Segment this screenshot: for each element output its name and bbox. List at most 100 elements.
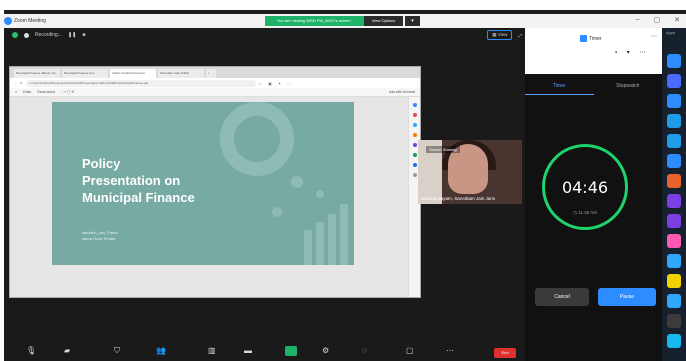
url-field[interactable]: C:/Users/Admin/Documents/Policy%20Presen… — [25, 79, 256, 87]
screen-share-notice: You are viewing WRD PM_WOC's screen View… — [265, 16, 420, 26]
share-screen-button[interactable] — [285, 346, 297, 356]
notice-text: You are viewing WRD PM_WOC's screen — [265, 16, 363, 26]
slide-subtitle: samrthh_jain_Patna sarna Holla Tender — [82, 230, 118, 242]
contents-icon[interactable]: ≡ — [15, 90, 17, 94]
window-controls: – ▢ ✕ — [636, 16, 680, 24]
microphone-icon[interactable]: 🎙 — [26, 346, 36, 355]
sidebar-app-icon[interactable] — [412, 123, 417, 127]
close-button[interactable]: ✕ — [674, 16, 680, 24]
sidebar-app-icon[interactable] — [412, 163, 417, 167]
slide-subtitle-line: sarna Holla Tender — [82, 236, 116, 241]
star-icon[interactable]: ☆ — [259, 81, 263, 86]
apps-label: Apps — [666, 30, 676, 35]
timer-header-controls[interactable]: ▪ ▾ ⋯ — [615, 49, 649, 56]
security-icon[interactable]: ⛉ — [114, 346, 120, 356]
sidebar-app-icon[interactable] — [412, 113, 417, 117]
app-tile[interactable] — [667, 234, 681, 248]
app-tile[interactable] — [667, 174, 681, 188]
reactions-icon[interactable]: ◌ — [362, 346, 367, 355]
fullscreen-icon[interactable]: ⤢ — [518, 33, 522, 38]
slide-bar-shape — [340, 204, 348, 265]
end-meeting-button[interactable]: End — [494, 348, 516, 358]
app-tile[interactable] — [667, 314, 681, 328]
app-tile[interactable] — [667, 94, 681, 108]
app-tile[interactable] — [667, 134, 681, 148]
shared-screen: Municipal Finance eBook | Se Municipal F… — [9, 66, 421, 298]
recording-status: Recording... — [35, 32, 62, 38]
browser-tab[interactable]: Sarvottam Jain Public — [158, 69, 204, 78]
maximize-button[interactable]: ▢ — [654, 16, 661, 24]
slide-dot-shape — [272, 207, 282, 217]
stop-recording-icon[interactable]: ■ — [82, 32, 85, 38]
slide-title-line: Municipal Finance — [82, 190, 195, 205]
polls-icon[interactable]: ▥ — [208, 346, 216, 355]
sidebar-app-icon[interactable] — [412, 133, 417, 137]
slide-bar-shape — [304, 230, 312, 265]
pause-button[interactable]: Pause — [598, 288, 656, 306]
extension-icons: ☆ ▣ ✦ … — [259, 81, 292, 86]
app-tile[interactable] — [667, 154, 681, 168]
new-tab-button[interactable]: + — [206, 69, 216, 78]
video-camera-icon[interactable]: ▰ — [64, 346, 70, 355]
slide-title: Policy Presentation on Municipal Finance — [82, 155, 195, 206]
apps-icon[interactable]: ▢ — [406, 346, 414, 355]
browser-tabs: Municipal Finance eBook | Se Municipal F… — [10, 67, 420, 78]
timer-panel: Timer ⋯ ▪ ▾ ⋯ Timer Stopwatch 04:46 ◷ 11… — [525, 28, 662, 361]
zoom-window: Zoom Meeting – ▢ ✕ You are viewing WRD P… — [0, 0, 686, 361]
participant-badge: Screen Sharing — [426, 146, 460, 153]
participant-name: Sandya Nayam, Sarvottam Jain Jaris — [421, 196, 496, 201]
sidebar-search-icon[interactable] — [412, 103, 417, 107]
app-tile[interactable] — [667, 274, 681, 288]
timer-app-name: Timer — [589, 36, 602, 42]
view-options-button[interactable]: View Options — [362, 16, 404, 26]
cancel-button[interactable]: Cancel — [535, 288, 589, 306]
tab-stopwatch[interactable]: Stopwatch — [594, 83, 663, 95]
app-tile[interactable] — [667, 54, 681, 68]
slide-title-line: Policy — [82, 156, 121, 171]
more-icon[interactable]: ⋯ — [446, 346, 454, 355]
notice-dropdown-icon[interactable]: ▾ — [405, 16, 420, 26]
tab-timer[interactable]: Timer — [525, 83, 594, 95]
timer-tabs: Timer Stopwatch — [525, 83, 662, 95]
minimize-button[interactable]: – — [636, 16, 640, 24]
browser-tab-active[interactable]: Adobe Acrobat Documen — [110, 69, 156, 78]
draw-button[interactable]: Draw — [23, 90, 31, 94]
panel-more-icon[interactable]: ⋯ — [651, 33, 657, 40]
sidebar-add-icon[interactable] — [412, 173, 417, 177]
browser-tab[interactable]: Municipal Finance Con — [62, 69, 108, 78]
security-shield-icon[interactable] — [12, 32, 18, 38]
extensions-icon[interactable]: ✦ — [278, 81, 281, 86]
ask-acrobat-button[interactable]: Ask with Acrobat — [389, 90, 415, 94]
slide-dot-shape — [291, 176, 303, 188]
address-bar-row: ← ↻ C:/Users/Admin/Documents/Policy%20Pr… — [10, 78, 420, 88]
window-title: Zoom Meeting — [14, 18, 46, 24]
sidebar-app-icon[interactable] — [412, 153, 417, 157]
app-tile[interactable] — [667, 334, 681, 348]
sidebar-app-icon[interactable] — [412, 143, 417, 147]
app-tile[interactable] — [667, 194, 681, 208]
menu-icon[interactable]: … — [287, 81, 291, 86]
app-tile[interactable] — [667, 114, 681, 128]
meeting-top-bar: Recording... ❚❚ ■ — [12, 32, 85, 38]
view-button[interactable]: ▦ View — [487, 30, 513, 40]
app-tile[interactable] — [667, 214, 681, 228]
timer-end-clock: ◷ 11:38 AM — [573, 210, 597, 215]
slide-bar-shape — [316, 222, 324, 265]
app-tile[interactable] — [667, 254, 681, 268]
participants-icon[interactable]: 👥 — [156, 346, 166, 355]
refresh-icon[interactable]: ↻ — [20, 81, 23, 85]
browser-tab[interactable]: Municipal Finance eBook | Se — [14, 69, 60, 78]
back-icon[interactable]: ← — [14, 81, 17, 85]
collections-icon[interactable]: ▣ — [268, 81, 272, 86]
app-tile[interactable] — [667, 294, 681, 308]
participant-video[interactable]: Screen Sharing Sandya Nayam, Sarvottam J… — [418, 140, 522, 204]
pause-recording-icon[interactable]: ❚❚ — [68, 32, 76, 38]
chat-icon[interactable]: ▬ — [244, 346, 252, 355]
page-controls[interactable]: − + ▢ ⟲ — [61, 90, 74, 94]
timer-header: Timer ⋯ ▪ ▾ ⋯ — [525, 28, 662, 74]
read-aloud-button[interactable]: Read aloud — [37, 90, 55, 94]
recording-icon — [24, 32, 29, 38]
timer-countdown: 04:46 — [561, 178, 609, 197]
record-icon[interactable]: ⚙ — [322, 346, 329, 355]
app-tile[interactable] — [667, 74, 681, 88]
